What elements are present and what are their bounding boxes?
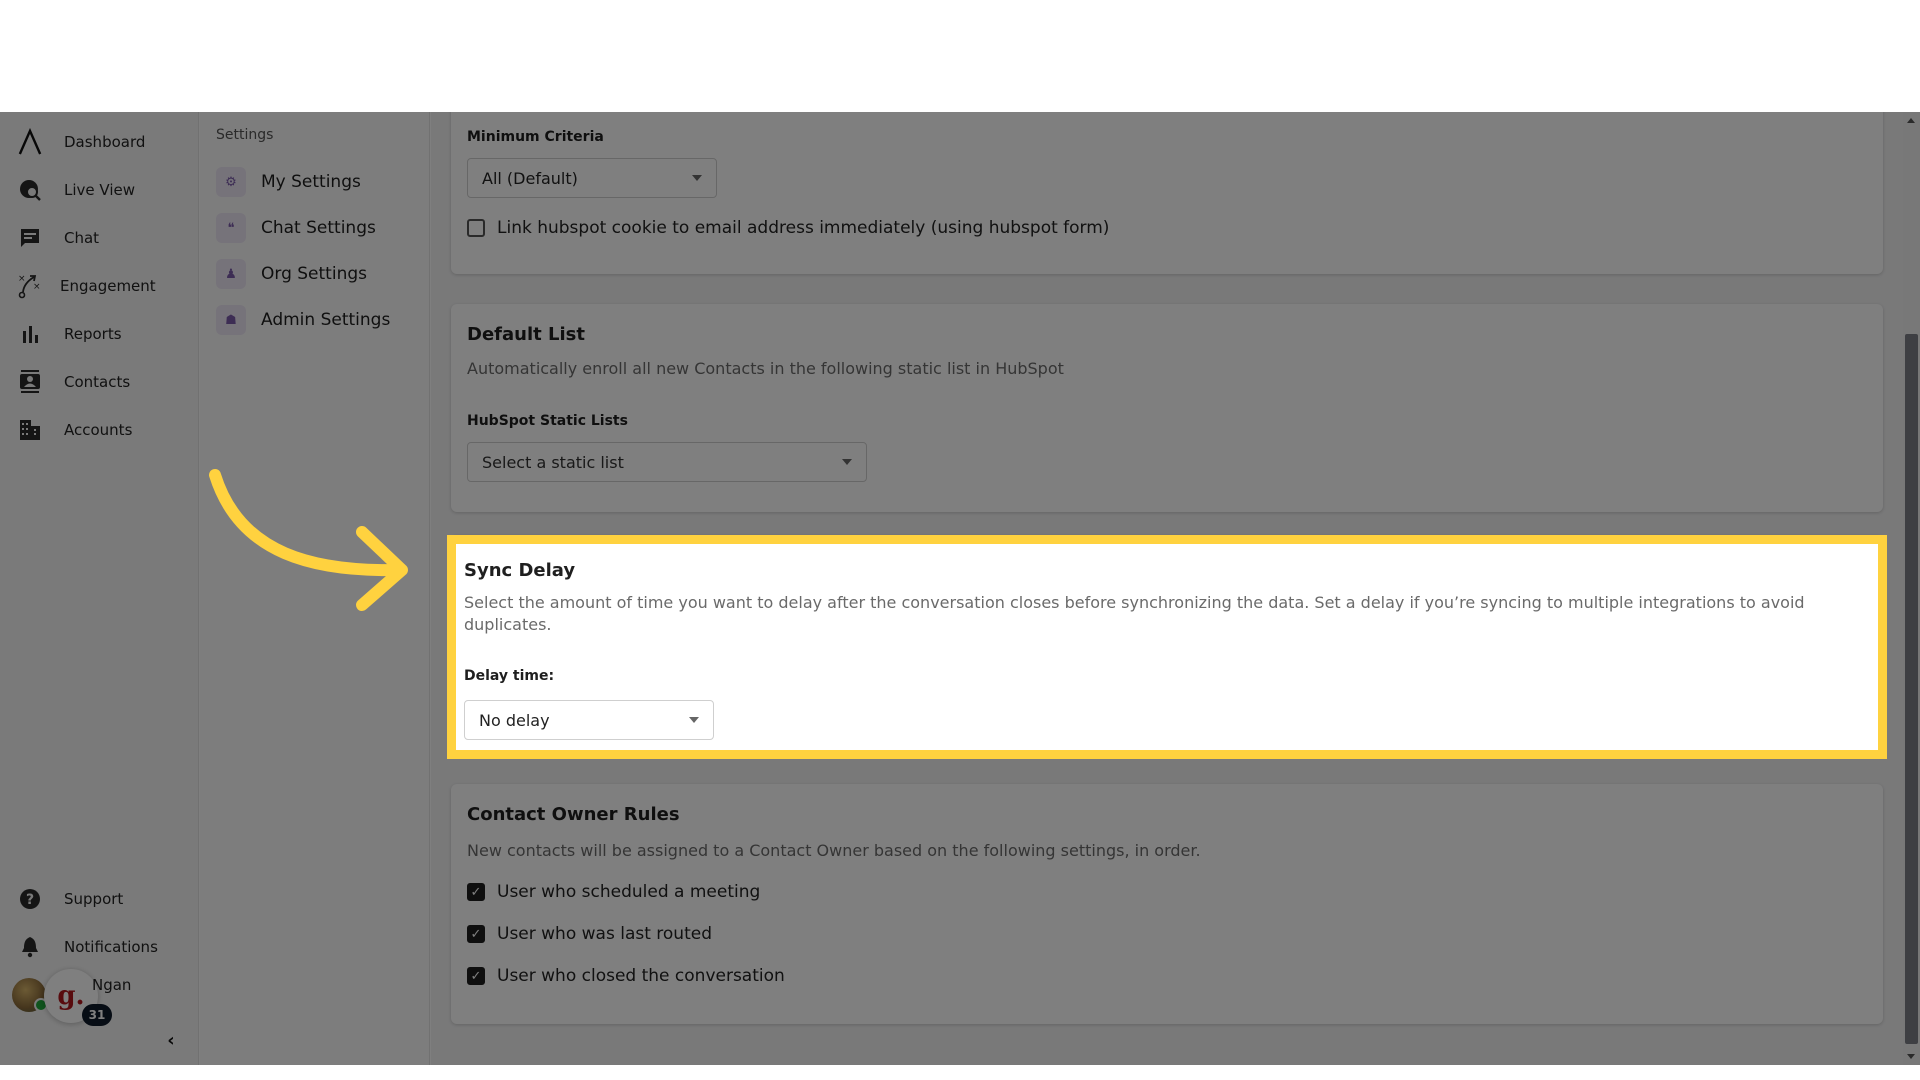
nav-label: Notifications (64, 938, 158, 956)
select-value: No delay (479, 710, 550, 730)
scroll-up-arrow-icon[interactable] (1907, 118, 1915, 123)
reports-icon (18, 322, 42, 346)
caret-down-icon (692, 175, 702, 181)
link-cookie-checkbox[interactable] (467, 219, 485, 237)
minimum-criteria-label: Minimum Criteria (467, 129, 604, 145)
sync-delay-highlight: Sync Delay Select the amount of time you… (447, 535, 1887, 759)
engagement-icon: × × (18, 274, 42, 299)
user-profile[interactable]: g. Ngan 31 (12, 969, 192, 1032)
svg-text:×: × (18, 274, 26, 284)
chevron-left-icon: ‹ (167, 1029, 175, 1051)
nav-label: Engagement (60, 277, 156, 295)
org-icon: ♟ (216, 259, 246, 289)
live-view-icon (18, 178, 42, 202)
settings-heading: Settings (216, 127, 274, 143)
subnav-label: Org Settings (261, 264, 367, 284)
delay-time-select[interactable]: No delay (464, 700, 714, 740)
rule-row[interactable]: ✓ User who was last routed (467, 924, 712, 944)
rule-label: User who closed the conversation (497, 966, 785, 986)
select-value: All (Default) (482, 168, 578, 188)
gear-icon: ⚙ (216, 167, 246, 197)
blank-footer-area (0, 1065, 1920, 1080)
user-name: Ngan (92, 976, 132, 994)
nav-item-chat[interactable]: Chat (0, 218, 199, 258)
caret-down-icon (842, 459, 852, 465)
rule-label: User who was last routed (497, 924, 712, 944)
card-description: Automatically enroll all new Contacts in… (467, 359, 1064, 378)
rule-row[interactable]: ✓ User who closed the conversation (467, 966, 785, 986)
subnav-item-admin-settings[interactable]: ☗ Admin Settings (216, 302, 426, 338)
logo-caret-icon (18, 128, 42, 155)
nav-item-support[interactable]: ? Support (0, 879, 199, 919)
nav-label: Contacts (64, 373, 131, 391)
nav-item-reports[interactable]: Reports (0, 314, 199, 354)
checkbox-label: Link hubspot cookie to email address imm… (497, 218, 1110, 238)
nav-label: Dashboard (64, 133, 146, 151)
rule-checkbox[interactable]: ✓ (467, 967, 485, 985)
rule-checkbox[interactable]: ✓ (467, 925, 485, 943)
card-title: Contact Owner Rules (467, 804, 680, 825)
minimum-criteria-select[interactable]: All (Default) (467, 158, 717, 198)
curved-arrow-icon (209, 469, 408, 611)
nav-item-dashboard[interactable]: Dashboard (0, 122, 199, 162)
chat-bubbles-icon: ❝ (216, 213, 246, 243)
default-list-card: Default List Automatically enroll all ne… (451, 304, 1883, 512)
nav-item-live-view[interactable]: Live View (0, 170, 199, 210)
subnav-label: Chat Settings (261, 218, 376, 238)
select-placeholder: Select a static list (482, 452, 624, 472)
svg-text:?: ? (26, 892, 34, 908)
main-sidebar: Dashboard Live View Chat × × Engagement R… (0, 112, 199, 1065)
card-title: Default List (467, 324, 585, 345)
contact-owner-rules-card: Contact Owner Rules New contacts will be… (451, 784, 1883, 1024)
minimum-criteria-card: Minimum Criteria All (Default) Link hubs… (451, 112, 1883, 274)
subnav-item-my-settings[interactable]: ⚙ My Settings (216, 164, 426, 200)
delay-time-label: Delay time: (464, 668, 555, 684)
scrollbar-thumb[interactable] (1905, 334, 1918, 1044)
notification-count-badge: 31 (82, 1004, 112, 1026)
subnav-label: Admin Settings (261, 310, 391, 330)
contacts-icon (18, 370, 42, 394)
nav-label: Live View (64, 181, 135, 199)
link-cookie-checkbox-row[interactable]: Link hubspot cookie to email address imm… (467, 218, 1109, 238)
caret-down-icon (689, 717, 699, 723)
nav-item-engagement[interactable]: × × Engagement (0, 266, 199, 306)
vertical-scrollbar[interactable] (1903, 112, 1920, 1065)
sync-delay-title: Sync Delay (464, 560, 576, 581)
rule-checkbox[interactable]: ✓ (467, 883, 485, 901)
nav-item-notifications[interactable]: Notifications (0, 927, 199, 967)
hubspot-static-lists-label: HubSpot Static Lists (467, 413, 628, 429)
collapse-sidebar-button[interactable]: ‹ (160, 1029, 182, 1051)
blank-header-area (0, 0, 1920, 112)
svg-text:×: × (33, 282, 41, 292)
scroll-down-arrow-icon[interactable] (1907, 1054, 1915, 1059)
rule-label: User who scheduled a meeting (497, 882, 761, 902)
static-list-select[interactable]: Select a static list (467, 442, 867, 482)
nav-label: Chat (64, 229, 100, 247)
nav-item-contacts[interactable]: Contacts (0, 362, 199, 402)
subnav-label: My Settings (261, 172, 361, 192)
nav-label: Reports (64, 325, 122, 343)
sync-delay-description: Select the amount of time you want to de… (464, 593, 1805, 634)
nav-item-accounts[interactable]: Accounts (0, 410, 199, 450)
nav-label: Support (64, 890, 124, 908)
accounts-icon (18, 418, 42, 442)
bell-icon (18, 935, 42, 959)
subnav-item-chat-settings[interactable]: ❝ Chat Settings (216, 210, 426, 246)
card-description: New contacts will be assigned to a Conta… (467, 841, 1201, 860)
nav-label: Accounts (64, 421, 133, 439)
subnav-item-org-settings[interactable]: ♟ Org Settings (216, 256, 426, 292)
admin-icon: ☗ (216, 305, 246, 335)
rule-row[interactable]: ✓ User who scheduled a meeting (467, 882, 760, 902)
chat-icon (18, 226, 42, 250)
help-icon: ? (18, 887, 42, 911)
